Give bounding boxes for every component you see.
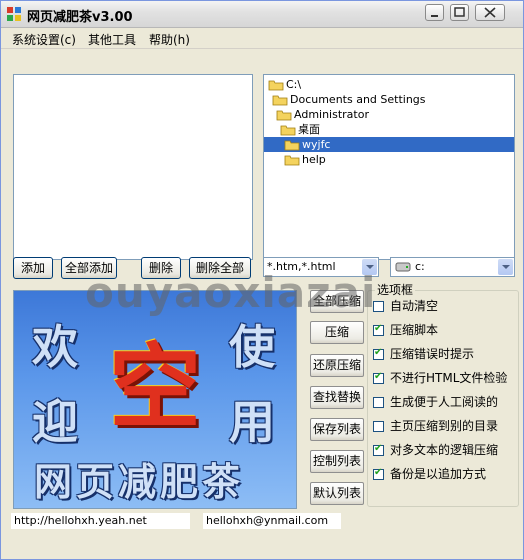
folder-icon	[284, 155, 300, 166]
option-row[interactable]: 生成便于人工阅读的	[373, 393, 498, 409]
option-row[interactable]: 主页压缩到别的目录	[373, 417, 498, 433]
checkbox[interactable]	[373, 347, 384, 360]
option-label: 主页压缩到别的目录	[390, 419, 499, 433]
file-filter-combo[interactable]: *.htm,*.html	[263, 257, 379, 277]
main-window: 网页减肥茶v3.00 系统设置(c) 其他工具 帮助(h) C:\ Documen…	[0, 0, 524, 560]
default-list-button[interactable]: 默认列表	[310, 482, 364, 505]
tree-item-label: wyjfc	[302, 138, 331, 151]
splash-banner: 网页减肥茶	[34, 459, 245, 504]
tree-item-label: Administrator	[294, 108, 369, 121]
menu-system-settings[interactable]: 系统设置(c)	[12, 31, 76, 48]
tree-item-label: Documents and Settings	[290, 93, 426, 106]
directory-tree[interactable]: C:\ Documents and Settings Administrator 桌面…	[263, 74, 515, 260]
checkbox[interactable]	[373, 301, 384, 312]
find-replace-button[interactable]: 查找替换	[310, 386, 364, 409]
option-row[interactable]: 压缩错误时提示	[373, 345, 474, 361]
splash-char-ying: 迎	[32, 395, 78, 449]
option-row[interactable]: 不进行HTML文件检验	[373, 369, 507, 385]
splash-image: 欢 迎 空 使 用 网页减肥茶	[13, 290, 297, 509]
save-list-button[interactable]: 保存列表	[310, 418, 364, 441]
splash-char-shi: 使	[229, 320, 275, 374]
option-label: 自动清空	[390, 299, 439, 313]
delete-all-button[interactable]: 删除全部	[189, 257, 251, 279]
checkbox[interactable]	[373, 467, 384, 480]
maximize-button[interactable]	[450, 4, 469, 21]
tree-item[interactable]: Administrator	[276, 107, 369, 122]
checkbox[interactable]	[373, 421, 384, 432]
close-button[interactable]	[475, 4, 505, 21]
minimize-button[interactable]	[425, 4, 444, 21]
tree-item[interactable]: C:\	[268, 77, 301, 92]
drive-icon	[395, 262, 411, 272]
maximize-icon	[454, 7, 465, 17]
option-row[interactable]: 自动清空	[373, 297, 438, 313]
option-row[interactable]: 备份是以追加方式	[373, 465, 486, 481]
restore-compress-button[interactable]: 还原压缩	[310, 354, 364, 377]
menu-bar: 系统设置(c) 其他工具 帮助(h)	[1, 28, 523, 49]
drive-combo[interactable]: c:	[390, 257, 515, 277]
checkbox[interactable]	[373, 397, 384, 408]
option-label: 生成便于人工阅读的	[390, 395, 499, 409]
app-icon	[7, 7, 21, 21]
tree-item[interactable]: 桌面	[280, 122, 320, 137]
menu-other-tools[interactable]: 其他工具	[88, 31, 136, 48]
tree-item-label: help	[302, 153, 326, 166]
drive-value: c:	[415, 260, 425, 273]
folder-icon	[272, 95, 288, 106]
option-label: 对多文本的逻辑压缩	[390, 443, 499, 457]
option-label: 不进行HTML文件检验	[390, 371, 508, 385]
splash-char-huan: 欢	[32, 320, 78, 374]
open-folder-icon	[284, 140, 300, 151]
status-email: hellohxh@ynmail.com	[203, 513, 341, 529]
splash-char-yong: 用	[229, 395, 275, 449]
folder-icon	[280, 125, 296, 136]
window-title: 网页减肥茶v3.00	[27, 10, 133, 25]
compress-all-button[interactable]: 全部压缩	[310, 290, 364, 313]
chevron-down-icon[interactable]	[362, 259, 377, 275]
option-row[interactable]: 对多文本的逻辑压缩	[373, 441, 498, 457]
checkbox[interactable]	[373, 371, 384, 384]
folder-icon	[276, 110, 292, 121]
options-title: 选项框	[375, 281, 416, 298]
add-button[interactable]: 添加	[13, 257, 53, 279]
tree-item[interactable]: help	[284, 152, 326, 167]
menu-help[interactable]: 帮助(h)	[149, 31, 190, 48]
title-bar[interactable]: 网页减肥茶v3.00	[1, 1, 523, 28]
minimize-icon	[431, 15, 438, 17]
option-row[interactable]: 压缩脚本	[373, 321, 438, 337]
status-url: http://hellohxh.yeah.net	[11, 513, 190, 529]
checkbox[interactable]	[373, 323, 384, 336]
folder-icon	[268, 80, 284, 91]
checkbox[interactable]	[373, 443, 384, 456]
compress-button[interactable]: 压缩	[310, 321, 364, 344]
close-icon	[484, 7, 496, 18]
option-label: 压缩错误时提示	[390, 347, 475, 361]
option-label: 压缩脚本	[390, 323, 439, 337]
tree-item-label: 桌面	[298, 123, 320, 136]
tree-item-label: C:\	[286, 78, 302, 91]
option-label: 备份是以追加方式	[390, 467, 487, 481]
add-all-button[interactable]: 全部添加	[61, 257, 117, 279]
splash-char-kong: 空	[109, 333, 202, 441]
tree-item[interactable]: Documents and Settings	[272, 92, 426, 107]
delete-button[interactable]: 删除	[141, 257, 181, 279]
tree-item[interactable]: wyjfc	[264, 137, 514, 152]
chevron-down-icon[interactable]	[498, 259, 513, 275]
file-list[interactable]	[13, 74, 253, 260]
file-filter-value: *.htm,*.html	[267, 260, 336, 273]
control-list-button[interactable]: 控制列表	[310, 450, 364, 473]
